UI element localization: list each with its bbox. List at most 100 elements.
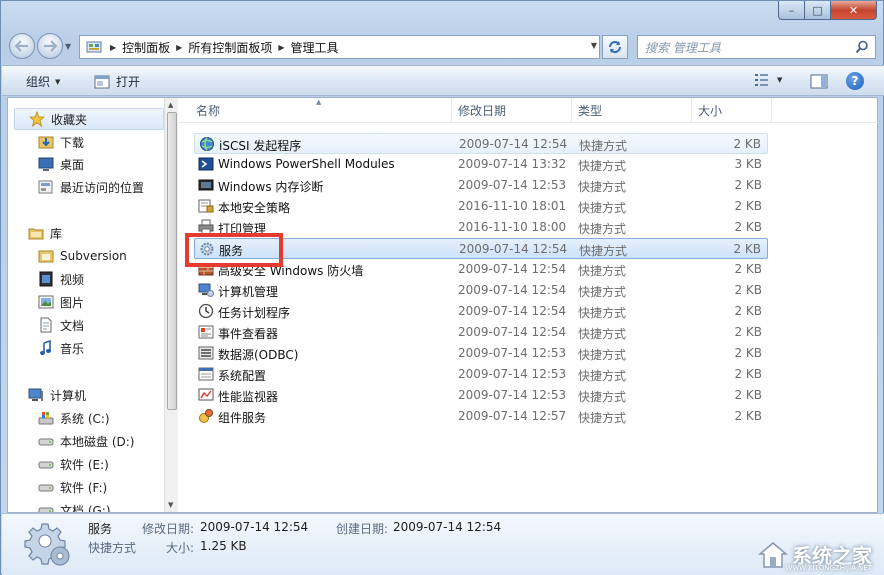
file-size: 2 KB [734, 388, 762, 402]
nav-label: 本地磁盘 (D:) [60, 434, 135, 449]
minimize-button[interactable]: – [778, 1, 805, 20]
file-size: 2 KB [734, 178, 762, 192]
nav-label: 系统 (C:) [60, 411, 110, 426]
file-type: 快捷方式 [578, 327, 627, 341]
breadcrumb-separator-icon[interactable]: ▶ [176, 43, 182, 52]
file-row[interactable]: iSCSI 发起程序 2009-07-14 12:54 快捷方式 2 KB [194, 133, 768, 154]
address-bar[interactable]: ▶ 控制面板 ▶ 所有控制面板项 ▶ 管理工具 ▼ [79, 35, 600, 59]
dropdown-arrow-icon[interactable]: ▼ [777, 76, 782, 84]
scrollbar-thumb[interactable] [167, 112, 177, 410]
nav-drive-c[interactable]: 系统 (C:) [38, 408, 110, 428]
close-button[interactable]: ✕ [831, 1, 877, 20]
file-row[interactable]: 性能监视器 2009-07-14 12:53 快捷方式 2 KB [194, 385, 768, 406]
nav-desktop[interactable]: 桌面 [38, 154, 84, 174]
nav-videos[interactable]: 视频 [38, 269, 84, 289]
breadcrumb-all-items[interactable]: 所有控制面板项 [188, 39, 272, 56]
file-row[interactable]: 事件查看器 2009-07-14 12:54 快捷方式 2 KB [194, 322, 768, 343]
nav-documents[interactable]: 文档 [38, 315, 84, 335]
forward-button[interactable] [37, 33, 63, 59]
nav-label: 计算机 [50, 388, 87, 403]
nav-music[interactable]: 音乐 [38, 338, 84, 358]
file-type: 快捷方式 [578, 180, 627, 194]
preview-pane-icon [810, 74, 828, 89]
nav-downloads[interactable]: 下载 [38, 132, 84, 152]
file-row[interactable]: 任务计划程序 2009-07-14 12:54 快捷方式 2 KB [194, 301, 768, 322]
file-type: 快捷方式 [578, 285, 627, 299]
nav-pictures[interactable]: 图片 [38, 292, 84, 312]
search-icon[interactable] [855, 40, 869, 57]
nav-label: 收藏夹 [51, 112, 88, 127]
address-dropdown-icon[interactable]: ▼ [591, 41, 597, 50]
file-name: Windows 内存诊断 [218, 180, 324, 194]
nav-subversion[interactable]: Subversion [38, 246, 127, 266]
desktop-icon [38, 156, 54, 172]
file-name: iSCSI 发起程序 [219, 139, 302, 153]
file-row[interactable]: 系统配置 2009-07-14 12:53 快捷方式 2 KB [194, 364, 768, 385]
star-icon [29, 111, 45, 127]
breadcrumb-separator-icon[interactable]: ▶ [278, 43, 284, 52]
back-button[interactable] [9, 33, 35, 59]
breadcrumb-admin-tools[interactable]: 管理工具 [291, 39, 339, 56]
scroll-up-icon[interactable]: ▲ [168, 101, 173, 109]
nav-drive-f[interactable]: 软件 (F:) [38, 477, 107, 497]
change-view-button[interactable]: ▼ [754, 72, 782, 88]
file-modified-date: 2009-07-14 13:32 [458, 157, 567, 171]
nav-computer[interactable]: 计算机 [28, 385, 86, 405]
maximize-button[interactable]: □ [805, 1, 831, 20]
file-row[interactable]: 计算机管理 2009-07-14 12:54 快捷方式 2 KB [194, 280, 768, 301]
file-type: 快捷方式 [578, 306, 627, 320]
file-type: 快捷方式 [579, 244, 628, 258]
preview-pane-button[interactable] [810, 74, 828, 89]
file-modified-date: 2009-07-14 12:57 [458, 409, 567, 423]
file-modified-date: 2009-07-14 12:54 [458, 283, 567, 297]
gear-icon [24, 520, 72, 571]
file-row[interactable]: Windows PowerShell Modules 2009-07-14 13:… [194, 154, 768, 175]
nav-pane-scrollbar[interactable]: ▲ ▼ [164, 98, 178, 512]
computer-management-icon [198, 282, 214, 298]
file-row[interactable]: 组件服务 2009-07-14 12:57 快捷方式 2 KB [194, 406, 768, 427]
file-row[interactable]: 数据源(ODBC) 2009-07-14 12:53 快捷方式 2 KB [194, 343, 768, 364]
scroll-down-icon[interactable]: ▼ [168, 501, 173, 509]
file-type: 快捷方式 [578, 390, 627, 404]
file-modified-date: 2016-11-10 18:00 [458, 220, 567, 234]
nav-favorites[interactable]: 收藏夹 [14, 108, 164, 130]
refresh-icon [609, 41, 621, 53]
breadcrumb-control-panel[interactable]: 控制面板 [122, 39, 170, 56]
breadcrumb-separator-icon[interactable]: ▶ [110, 43, 116, 52]
column-header-size[interactable]: 大小 [692, 98, 772, 123]
library-icon [28, 225, 44, 241]
refresh-button[interactable] [602, 35, 628, 59]
globe-icon [199, 136, 215, 152]
column-header-date[interactable]: 修改日期 [452, 98, 572, 123]
column-header-type[interactable]: 类型 [572, 98, 692, 123]
details-type: 快捷方式 [88, 541, 137, 555]
nav-drive-d[interactable]: 本地磁盘 (D:) [38, 431, 134, 451]
file-modified-date: 2009-07-14 12:53 [458, 388, 567, 402]
file-name: 系统配置 [218, 369, 267, 383]
nav-libraries[interactable]: 库 [28, 223, 62, 243]
file-size: 2 KB [733, 242, 761, 256]
file-size: 2 KB [734, 367, 762, 381]
file-name: 事件查看器 [218, 327, 279, 341]
file-size: 2 KB [734, 325, 762, 339]
column-label: 类型 [578, 104, 603, 118]
details-modified-value: 2009-07-14 12:54 [200, 520, 309, 534]
history-dropdown-button[interactable]: ▼ [65, 42, 71, 51]
nav-drive-g[interactable]: 文档 (G:) [38, 500, 111, 512]
watermark-url: WWW.XITONGZHIJIA.NET [785, 564, 872, 572]
nav-recent-places[interactable]: 最近访问的位置 [38, 177, 144, 197]
file-size: 2 KB [733, 137, 761, 151]
file-row[interactable]: Windows 内存诊断 2009-07-14 12:53 快捷方式 2 KB [194, 175, 768, 196]
column-header-name[interactable]: 名称 [190, 98, 452, 123]
file-row[interactable]: 本地安全策略 2016-11-10 18:01 快捷方式 2 KB [194, 196, 768, 217]
help-button[interactable]: ? [846, 72, 864, 90]
search-input[interactable]: 搜索 管理工具 [637, 35, 876, 59]
navigation-pane: 收藏夹 下载 桌面 最近访问的位置 库 Subversion 视频 图片 文档 … [8, 98, 178, 512]
search-placeholder: 搜索 管理工具 [645, 40, 721, 55]
open-button[interactable]: 打开 [94, 73, 140, 90]
nav-label: 音乐 [60, 341, 85, 356]
file-size: 2 KB [734, 220, 762, 234]
nav-drive-e[interactable]: 软件 (E:) [38, 454, 109, 474]
column-label: 修改日期 [458, 104, 507, 118]
organize-menu-button[interactable]: 组织 ▼ [26, 73, 60, 90]
